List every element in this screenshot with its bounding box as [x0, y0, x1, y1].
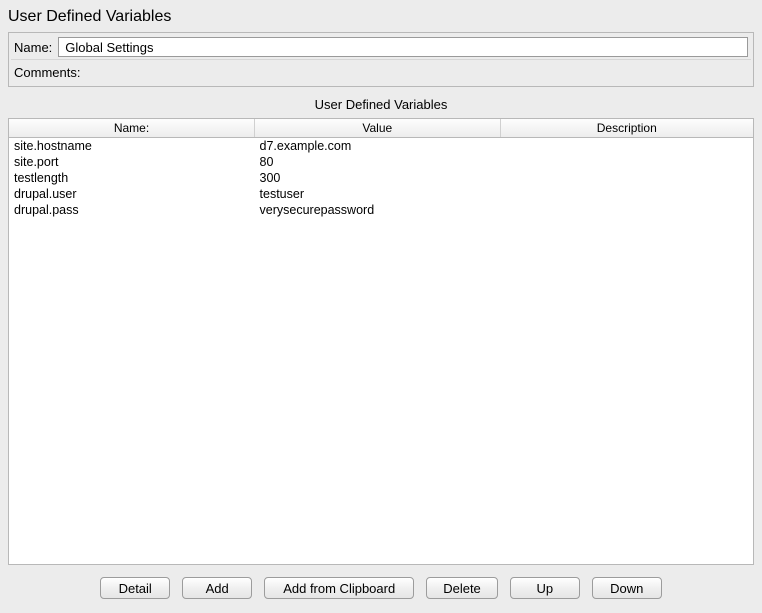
cell-description[interactable]: [500, 186, 753, 202]
table-row[interactable]: drupal.usertestuser: [9, 186, 753, 202]
fields-box: Name: Comments:: [8, 32, 754, 87]
cell-value[interactable]: d7.example.com: [255, 138, 501, 155]
cell-name[interactable]: site.hostname: [9, 138, 255, 155]
cell-description[interactable]: [500, 138, 753, 155]
table-row[interactable]: site.hostnamed7.example.com: [9, 138, 753, 155]
cell-value[interactable]: 80: [255, 154, 501, 170]
name-input[interactable]: [58, 37, 748, 57]
cell-description[interactable]: [500, 202, 753, 218]
table-row[interactable]: drupal.passverysecurepassword: [9, 202, 753, 218]
col-header-value[interactable]: Value: [255, 119, 501, 138]
table-row[interactable]: site.port80: [9, 154, 753, 170]
cell-description[interactable]: [500, 170, 753, 186]
table-row[interactable]: testlength300: [9, 170, 753, 186]
panel-title: User Defined Variables: [8, 8, 754, 26]
delete-button[interactable]: Delete: [426, 577, 498, 599]
col-header-name[interactable]: Name:: [9, 119, 255, 138]
cell-name[interactable]: drupal.pass: [9, 202, 255, 218]
variables-table-wrap: Name: Value Description site.hostnamed7.…: [8, 118, 754, 565]
comments-input[interactable]: [86, 62, 748, 82]
table-header-row: Name: Value Description: [9, 119, 753, 138]
add-from-clipboard-button[interactable]: Add from Clipboard: [264, 577, 414, 599]
cell-name[interactable]: testlength: [9, 170, 255, 186]
user-defined-variables-panel: User Defined Variables Name: Comments: U…: [0, 0, 762, 613]
cell-name[interactable]: drupal.user: [9, 186, 255, 202]
cell-value[interactable]: 300: [255, 170, 501, 186]
variables-table[interactable]: Name: Value Description site.hostnamed7.…: [9, 119, 753, 218]
cell-name[interactable]: site.port: [9, 154, 255, 170]
cell-description[interactable]: [500, 154, 753, 170]
comments-row: Comments:: [11, 59, 751, 84]
cell-value[interactable]: testuser: [255, 186, 501, 202]
up-button[interactable]: Up: [510, 577, 580, 599]
col-header-description[interactable]: Description: [500, 119, 753, 138]
table-empty-area[interactable]: [9, 218, 753, 564]
name-label: Name:: [14, 40, 52, 55]
add-button[interactable]: Add: [182, 577, 252, 599]
down-button[interactable]: Down: [592, 577, 662, 599]
cell-value[interactable]: verysecurepassword: [255, 202, 501, 218]
name-row: Name:: [11, 35, 751, 59]
section-header: User Defined Variables: [8, 93, 754, 118]
detail-button[interactable]: Detail: [100, 577, 170, 599]
button-row: Detail Add Add from Clipboard Delete Up …: [8, 575, 754, 605]
comments-label: Comments:: [14, 65, 80, 80]
